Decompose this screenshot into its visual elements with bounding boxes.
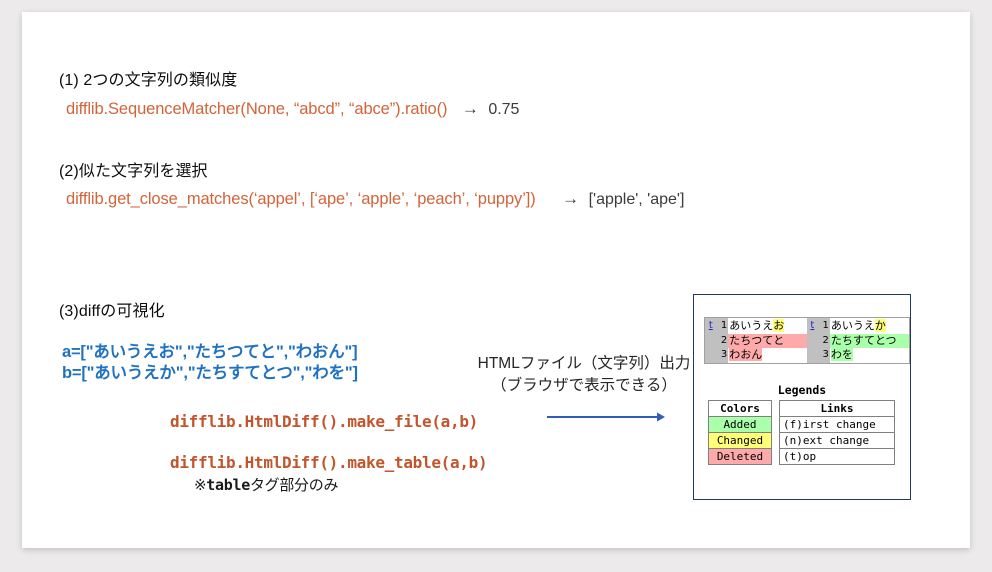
- diff-table: t 1 あいうえお t 1 あいうえか 2 たちつてと 2 たちすてとつ 3 わ…: [704, 317, 910, 364]
- right-diff-changed-1: か: [874, 318, 886, 332]
- input-lists: a=["あいうえお","たちつてと","わおん"] b=["あいうえか","たち…: [62, 342, 358, 384]
- section-2-code-row: difflib.get_close_matches(‘appel’, [‘ape…: [66, 189, 684, 209]
- right-link-cell-3: [806, 348, 819, 363]
- right-diff-text-2: たちすてとつ: [829, 333, 910, 348]
- html-diff-preview-panel: t 1 あいうえお t 1 あいうえか 2 たちつてと 2 たちすてとつ 3 わ…: [693, 294, 911, 500]
- legend-links-header: Links: [779, 400, 895, 417]
- table-row: (t)op: [779, 448, 895, 465]
- right-diff-added-3: わを: [830, 348, 853, 361]
- right-line-number-2: 2: [818, 333, 830, 348]
- left-diff-plain-1: あいうえ: [729, 318, 774, 332]
- section-1-code: difflib.SequenceMatcher(None, “abcd”, “a…: [66, 100, 448, 118]
- legend-colors-header: Colors: [708, 400, 772, 417]
- legend-deleted-cell: Deleted: [708, 448, 772, 465]
- section-2-result: ['apple', 'ape']: [588, 191, 685, 208]
- output-note: HTMLファイル（文字列）出力 （ブラウザで表示できる）: [459, 353, 709, 397]
- section-1-heading: (1) 2つの文字列の類似度: [59, 72, 238, 89]
- table-row: Added: [708, 416, 772, 433]
- table-row: t 1 あいうえお t 1 あいうえか: [704, 317, 910, 334]
- input-list-a: a=["あいうえお","たちつてと","わおん"]: [62, 343, 358, 361]
- table-row: Deleted: [708, 448, 772, 465]
- right-diff-text-3: わを: [830, 348, 910, 363]
- table-row: Colors: [708, 400, 772, 417]
- right-diff-plain-1: あいうえ: [830, 318, 875, 332]
- table-row: (f)irst change: [779, 416, 895, 433]
- left-diff-changed-1: お: [773, 318, 785, 332]
- make-file-call: difflib.HtmlDiff().make_file(a,b): [170, 412, 478, 431]
- table-row: (n)ext change: [779, 432, 895, 449]
- left-diff-text-2: たちつてと: [728, 333, 807, 348]
- legend-changed-cell: Changed: [708, 432, 772, 449]
- right-arrow-icon: →: [461, 99, 479, 118]
- table-row: 2 たちつてと 2 たちすてとつ: [704, 333, 910, 348]
- left-line-number-3: 3: [716, 348, 729, 363]
- table-row: Links: [779, 400, 895, 417]
- output-note-line-1: HTMLファイル（文字列）出力: [477, 355, 691, 372]
- input-list-b: b=["あいうえか","たちすてとつ","わを"]: [62, 364, 358, 382]
- right-line-number-3: 3: [818, 348, 830, 363]
- section-3-heading: (3)diffの可視化: [59, 303, 165, 320]
- slide-canvas: (1) 2つの文字列の類似度 difflib.SequenceMatcher(N…: [22, 12, 970, 548]
- output-note-line-2: （ブラウザで表示できる）: [491, 377, 677, 394]
- table-row: Changed: [708, 432, 772, 449]
- left-link-cell-3: [704, 348, 717, 363]
- legend-link-next-change[interactable]: (n)ext change: [779, 432, 895, 449]
- right-arrow-icon: →: [562, 189, 580, 208]
- legends-title: Legends: [777, 383, 827, 397]
- right-diff-text-1: あいうえか: [830, 318, 910, 334]
- left-diff-text-1: あいうえお: [728, 318, 806, 334]
- make-table-note-suffix: タグ部分のみ: [249, 477, 339, 494]
- left-top-link-1[interactable]: t: [709, 320, 713, 331]
- right-line-number-1: 1: [818, 317, 830, 334]
- table-row: 3 わおん 3 わを: [704, 348, 910, 363]
- left-line-number-1: 1: [716, 317, 729, 334]
- right-link-cell-2: [806, 333, 819, 348]
- legend-added-cell: Added: [708, 416, 772, 433]
- left-top-link-cell[interactable]: t: [704, 317, 717, 334]
- make-table-note: ※tableタグ部分のみ: [194, 474, 338, 495]
- make-table-note-mono: table: [206, 476, 250, 494]
- legends-area: Colors Added Changed Deleted Links (f)ir…: [708, 400, 895, 465]
- make-table-note-prefix: ※: [194, 477, 207, 494]
- left-line-number-2: 2: [716, 333, 729, 348]
- section-1-code-row: difflib.SequenceMatcher(None, “abcd”, “a…: [66, 99, 519, 119]
- left-diff-deleted-3: わおん: [729, 348, 763, 361]
- diff-table-body: t 1 あいうえお t 1 あいうえか 2 たちつてと 2 たちすてとつ 3 わ…: [704, 317, 910, 363]
- legend-colors-table: Colors Added Changed Deleted: [708, 400, 772, 465]
- legend-links-table: Links (f)irst change (n)ext change (t)op: [779, 400, 895, 465]
- flow-arrow-icon: [547, 412, 665, 422]
- section-2-heading: (2)似た文字列を選択: [59, 163, 208, 180]
- make-table-call: difflib.HtmlDiff().make_table(a,b): [170, 453, 488, 472]
- left-diff-text-3: わおん: [728, 348, 806, 363]
- legend-link-first-change[interactable]: (f)irst change: [779, 416, 895, 433]
- legend-link-top[interactable]: (t)op: [779, 448, 895, 465]
- right-top-link-cell[interactable]: t: [806, 317, 819, 334]
- section-2-code: difflib.get_close_matches(‘appel’, [‘ape…: [66, 190, 536, 208]
- section-1-result: 0.75: [488, 101, 520, 118]
- right-top-link-1[interactable]: t: [810, 320, 814, 331]
- left-link-cell-2: [704, 333, 717, 348]
